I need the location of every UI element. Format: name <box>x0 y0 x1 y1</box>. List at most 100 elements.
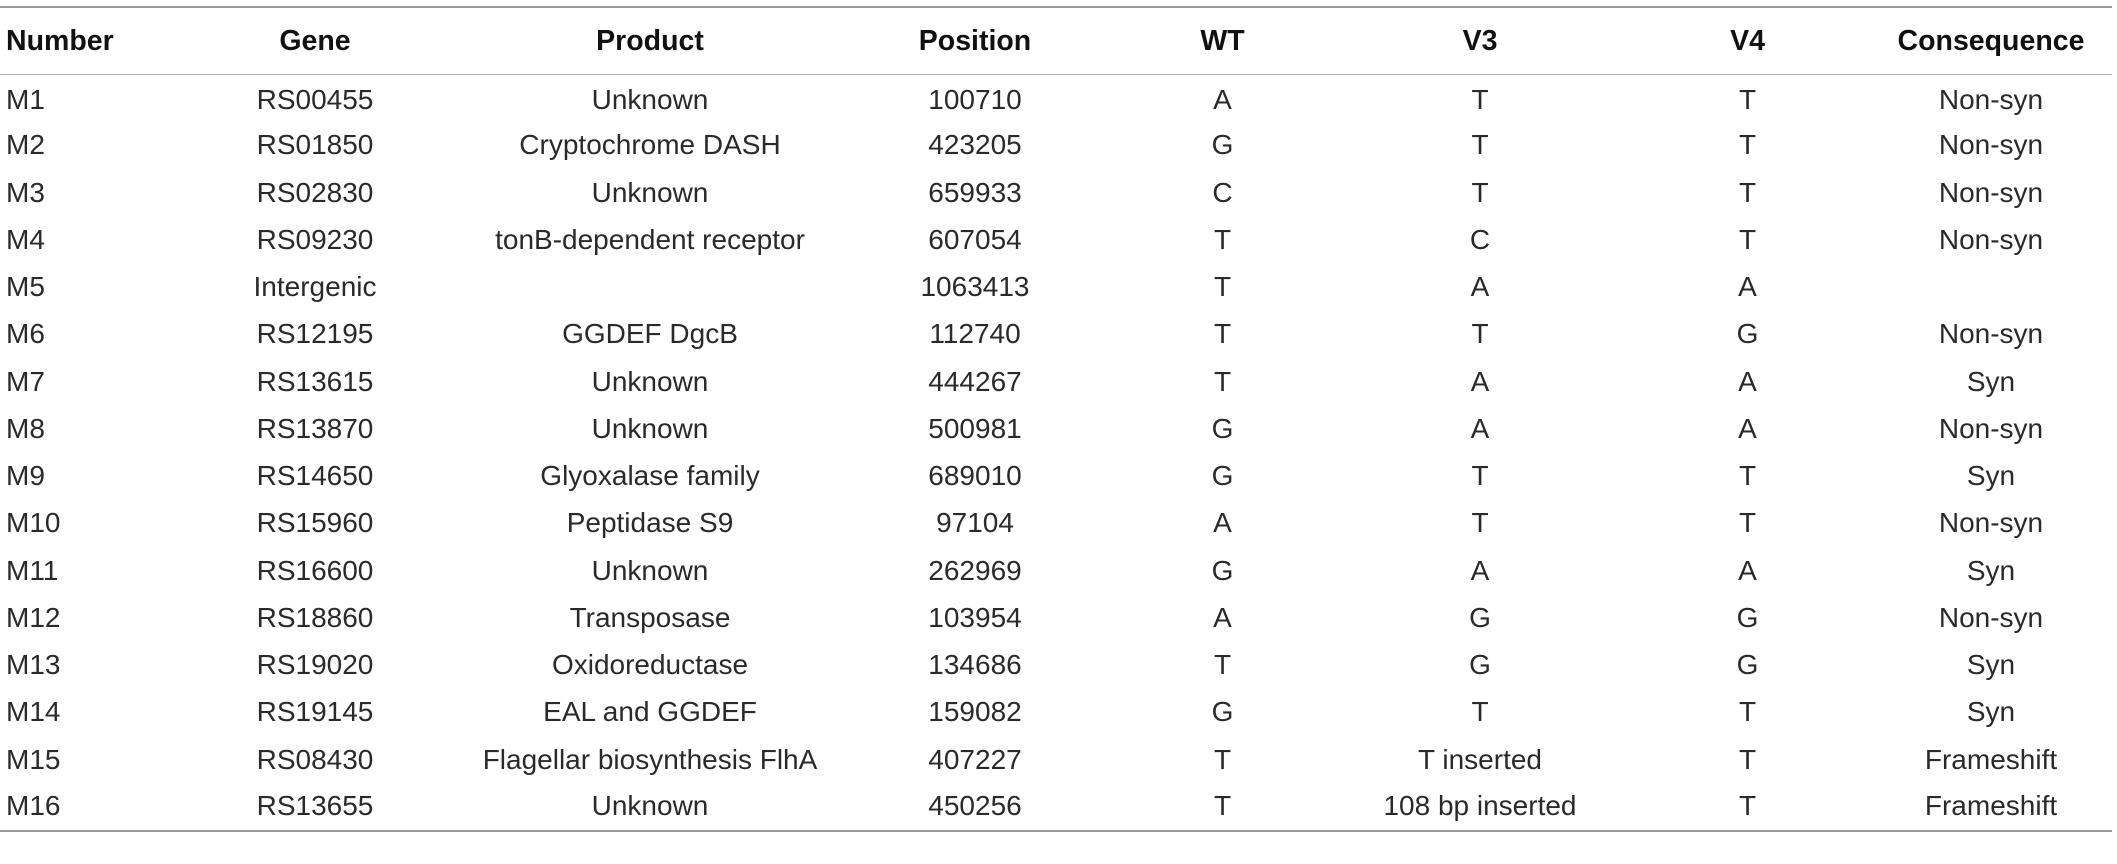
cell-v4: G <box>1736 318 1759 350</box>
cell-v4: G <box>1736 649 1759 681</box>
cell-wt: G <box>1211 460 1234 492</box>
cell-v3: T <box>1471 84 1489 116</box>
cell-number: M1 <box>6 84 45 116</box>
column-header-product: Product <box>596 24 704 57</box>
cell-gene: RS08430 <box>256 743 374 775</box>
cell-number: M10 <box>6 507 61 539</box>
cell-position: 423205 <box>928 129 1022 161</box>
cell-v3: G <box>1469 649 1491 681</box>
cell-number: M7 <box>6 365 45 397</box>
cell-gene: RS16600 <box>256 554 374 586</box>
cell-gene: RS13870 <box>256 412 374 444</box>
cell-number: M11 <box>6 554 59 586</box>
table-row: M7 RS13615 Unknown 444267 T A A Syn <box>0 358 2112 405</box>
cell-v4: A <box>1738 271 1757 303</box>
cell-v3: A <box>1470 365 1490 397</box>
cell-wt: A <box>1213 507 1232 539</box>
cell-gene: RS13655 <box>256 790 374 822</box>
cell-v4: T <box>1738 696 1757 728</box>
cell-v3: T <box>1471 507 1489 539</box>
cell-wt: T <box>1213 743 1232 775</box>
cell-product: Unknown <box>591 790 709 822</box>
cell-wt: T <box>1213 365 1232 397</box>
cell-wt: G <box>1211 696 1234 728</box>
column-header-v3: V3 <box>1462 24 1498 57</box>
cell-wt: T <box>1213 271 1232 303</box>
cell-v4: T <box>1738 223 1757 255</box>
cell-consequence: Non-syn <box>1938 507 2044 539</box>
cell-product: Glyoxalase family <box>540 460 760 492</box>
cell-position: 159082 <box>928 696 1022 728</box>
table-row: M15 RS08430 Flagellar biosynthesis FlhA 407… <box>0 736 2112 783</box>
cell-number: M8 <box>6 412 45 444</box>
cell-product: tonB-dependent receptor <box>495 223 805 255</box>
cell-wt: A <box>1213 84 1232 116</box>
table-row: M6 RS12195 GGDEF DgcB 112740 T T G Non-syn <box>0 311 2112 358</box>
table-row: M12 RS18860 Transposase 103954 A G G Non-syn <box>0 594 2112 641</box>
cell-number: M12 <box>6 601 61 633</box>
cell-product: Oxidoreductase <box>551 649 749 681</box>
cell-v4: T <box>1738 176 1757 208</box>
cell-v3: T <box>1471 460 1489 492</box>
cell-position: 444267 <box>928 365 1022 397</box>
cell-v3: T inserted <box>1418 743 1542 775</box>
cell-gene: RS01850 <box>256 129 374 161</box>
cell-product: Unknown <box>591 365 709 397</box>
cell-gene: RS09230 <box>256 223 374 255</box>
cell-number: M16 <box>6 790 61 822</box>
cell-consequence: Frameshift <box>1924 790 2058 822</box>
cell-position: 97104 <box>936 507 1014 539</box>
cell-gene: RS12195 <box>256 318 374 350</box>
cell-wt: T <box>1213 223 1232 255</box>
table-body: M1 RS00455 Unknown 100710 A T T Non-syn M2 RS0185… <box>0 75 2112 831</box>
cell-consequence: Non-syn <box>1938 601 2044 633</box>
table-row: M5 Intergenic 1063413 T A A <box>0 264 2112 311</box>
cell-consequence <box>1870 264 2112 311</box>
cell-consequence: Frameshift <box>1924 743 2058 775</box>
cell-position: 659933 <box>928 176 1022 208</box>
cell-gene: RS02830 <box>256 176 374 208</box>
cell-number: M5 <box>6 271 45 303</box>
cell-wt: T <box>1213 790 1232 822</box>
table-header: Number Gene Product Position WT V3 V4 Co… <box>0 7 2112 75</box>
cell-v4: T <box>1738 84 1757 116</box>
cell-number: M3 <box>6 176 45 208</box>
cell-product: EAL and GGDEF <box>543 696 757 728</box>
header-row: Number Gene Product Position WT V3 V4 Co… <box>0 7 2112 75</box>
cell-v3: T <box>1471 318 1489 350</box>
table-row: M1 RS00455 Unknown 100710 A T T Non-syn <box>0 75 2112 122</box>
cell-product: Flagellar biosynthesis FlhA <box>482 743 818 775</box>
cell-gene: Intergenic <box>253 271 377 303</box>
table-row: M10 RS15960 Peptidase S9 97104 A T T Non-syn <box>0 500 2112 547</box>
cell-wt: T <box>1213 318 1232 350</box>
cell-gene: RS19020 <box>256 649 374 681</box>
cell-product: Peptidase S9 <box>566 507 734 539</box>
cell-v4: T <box>1738 129 1757 161</box>
cell-v3: 108 bp inserted <box>1383 790 1577 822</box>
cell-number: M2 <box>6 129 45 161</box>
cell-consequence: Non-syn <box>1938 129 2044 161</box>
cell-position: 689010 <box>928 460 1022 492</box>
table-row: M16 RS13655 Unknown 450256 T 108 bp inserted T… <box>0 783 2112 831</box>
column-header-gene: Gene <box>279 24 351 57</box>
cell-product: Transposase <box>569 601 731 633</box>
cell-position: 100710 <box>928 84 1022 116</box>
cell-wt: G <box>1211 129 1234 161</box>
column-header-position: Position <box>918 24 1032 57</box>
cell-position: 134686 <box>928 649 1022 681</box>
table-row: M9 RS14650 Glyoxalase family 689010 G T T Syn <box>0 453 2112 500</box>
cell-position: 407227 <box>928 743 1022 775</box>
page: Number Gene Product Position WT V3 V4 Co… <box>0 0 2117 864</box>
cell-gene: RS00455 <box>256 84 374 116</box>
table-row: M3 RS02830 Unknown 659933 C T T Non-syn <box>0 169 2112 216</box>
cell-product: Unknown <box>591 176 709 208</box>
cell-v4: T <box>1738 507 1757 539</box>
cell-v4: T <box>1738 743 1757 775</box>
cell-number: M9 <box>6 460 45 492</box>
column-header-consequence: Consequence <box>1897 24 2085 57</box>
cell-v4: A <box>1738 365 1757 397</box>
cell-position: 500981 <box>928 412 1022 444</box>
cell-position: 262969 <box>928 554 1022 586</box>
column-header-v4: V4 <box>1730 24 1765 57</box>
cell-consequence: Syn <box>1966 649 2016 681</box>
